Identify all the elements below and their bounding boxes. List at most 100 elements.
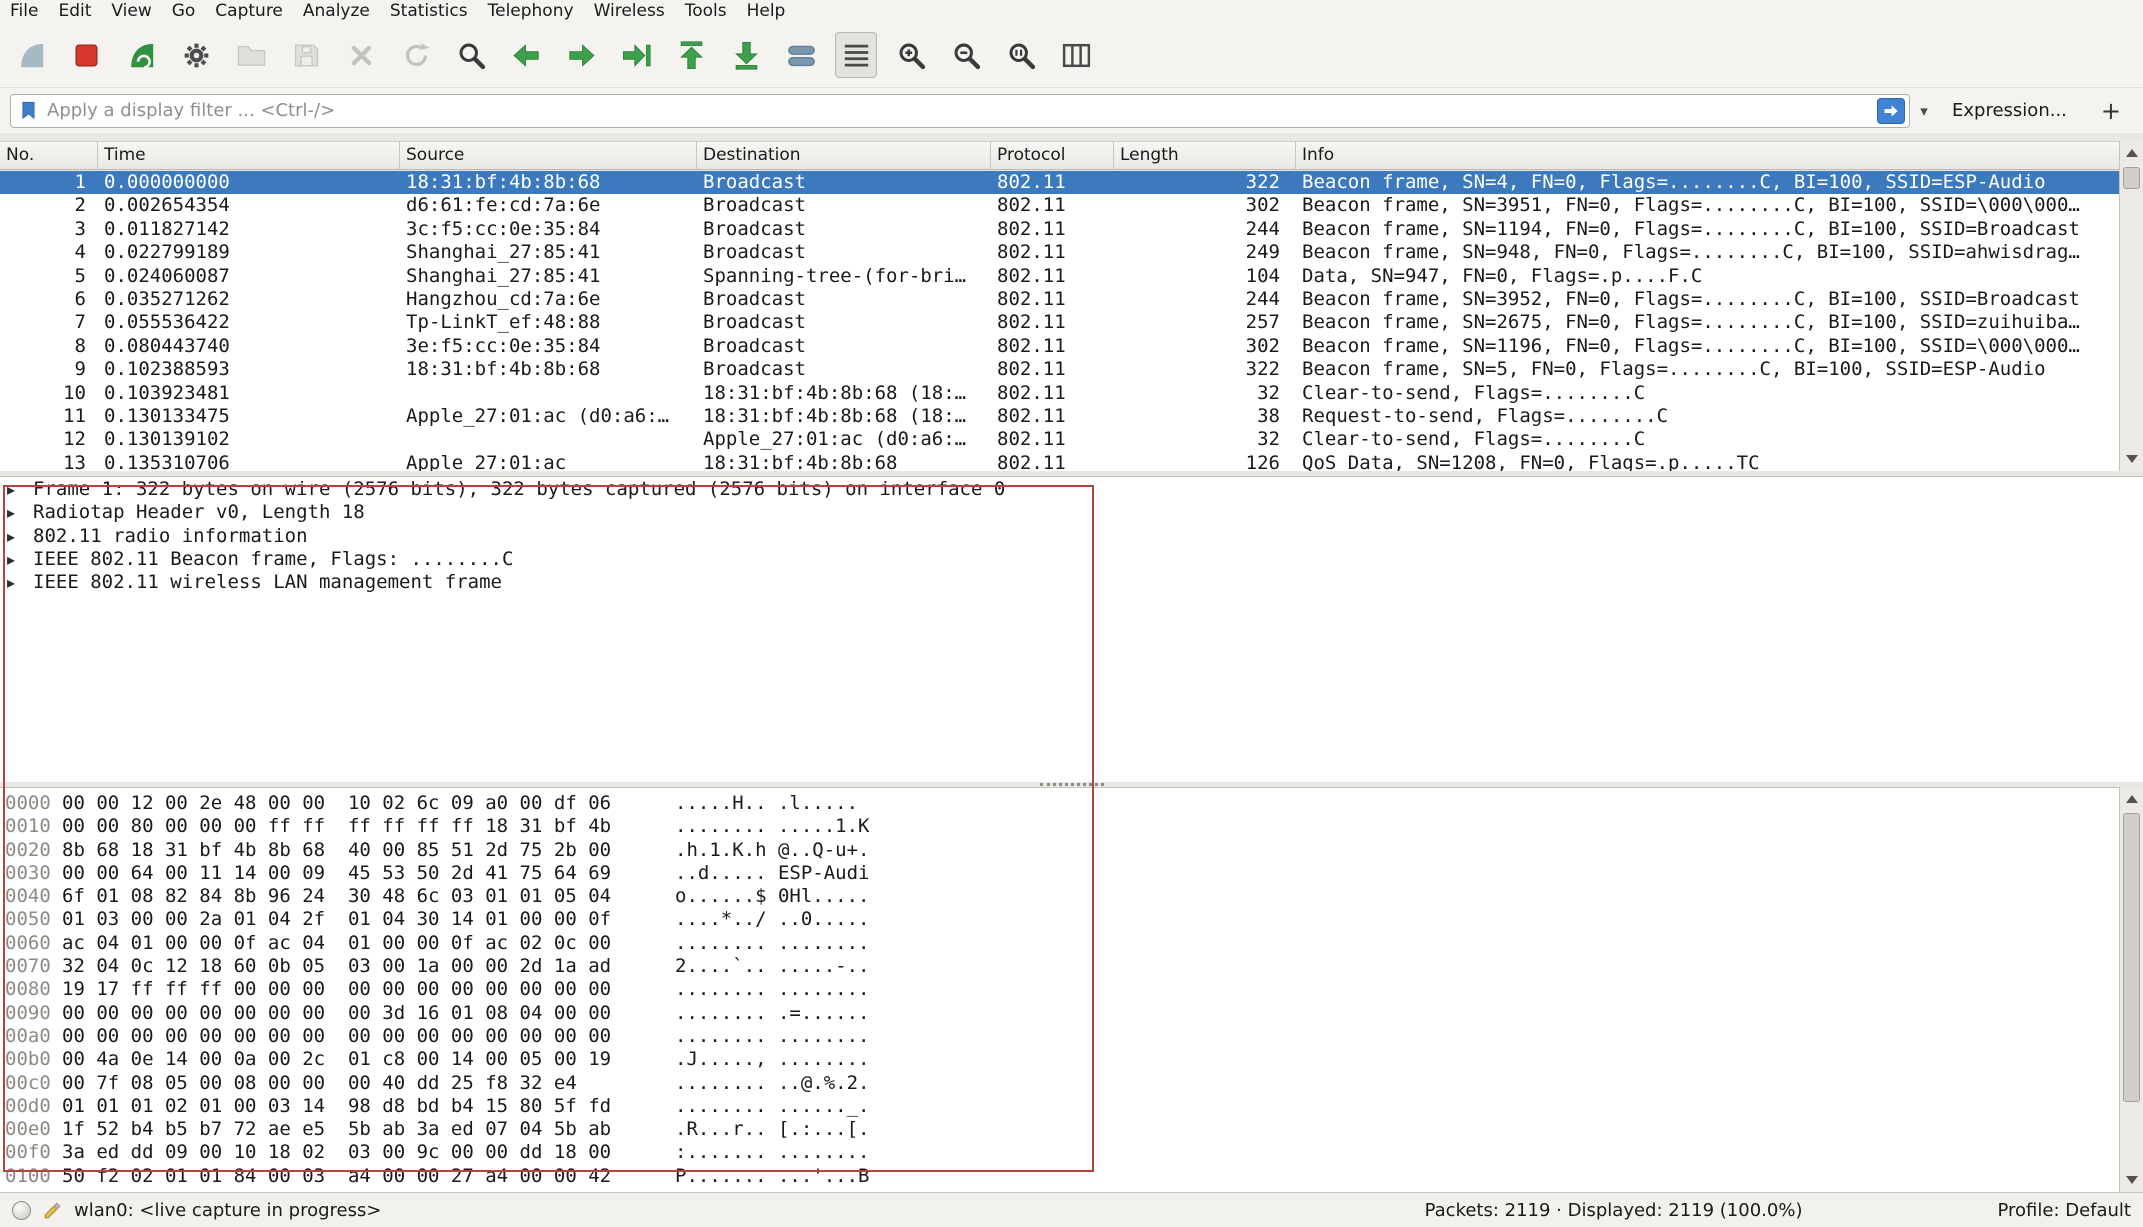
scroll-up-arrow[interactable] bbox=[2120, 787, 2143, 811]
column-header-destination[interactable]: Destination bbox=[697, 142, 991, 169]
hex-row-00b0[interactable]: 00b000 4a 0e 14 00 0a 00 2c 01 c8 00 14 … bbox=[0, 1048, 2143, 1071]
menu-capture[interactable]: Capture bbox=[205, 0, 293, 23]
packet-row-11[interactable]: 110.130133475Apple_27:01:ac (d0:a6:…18:3… bbox=[0, 405, 2119, 428]
menu-wireless[interactable]: Wireless bbox=[584, 0, 675, 23]
menu-go[interactable]: Go bbox=[162, 0, 206, 23]
hex-bytes: 3a ed dd 09 00 10 18 02 03 00 9c 00 00 d… bbox=[62, 1141, 675, 1164]
display-filter-input[interactable] bbox=[47, 96, 1877, 126]
scroll-up-arrow[interactable] bbox=[2120, 141, 2143, 165]
packet-row-5[interactable]: 50.024060087Shanghai_27:85:41Spanning-tr… bbox=[0, 265, 2119, 288]
find-packet-button[interactable] bbox=[450, 32, 492, 78]
packet-row-13[interactable]: 130.135310706Apple_27:01:ac18:31:bf:4b:8… bbox=[0, 452, 2119, 471]
hex-dump-scrollbar[interactable] bbox=[2119, 787, 2143, 1192]
apply-filter-button[interactable] bbox=[1877, 98, 1905, 124]
hex-row-0040[interactable]: 00406f 01 08 82 84 8b 96 24 30 48 6c 03 … bbox=[0, 885, 2143, 908]
packet-row-10[interactable]: 100.10392348118:31:bf:4b:8b:68 (18:…802.… bbox=[0, 382, 2119, 405]
detail-line-3[interactable]: ▸802.11 radio information bbox=[0, 525, 2143, 548]
hex-row-00e0[interactable]: 00e01f 52 b4 b5 b7 72 ae e5 5b ab 3a ed … bbox=[0, 1118, 2143, 1141]
detail-line-2[interactable]: ▸Radiotap Header v0, Length 18 bbox=[0, 501, 2143, 524]
go-last-packet-button[interactable] bbox=[725, 32, 767, 78]
expand-arrow-icon[interactable]: ▸ bbox=[7, 548, 33, 571]
stop-capture-button[interactable] bbox=[65, 32, 107, 78]
hex-row-00f0[interactable]: 00f03a ed dd 09 00 10 18 02 03 00 9c 00 … bbox=[0, 1141, 2143, 1164]
column-header-length[interactable]: Length bbox=[1114, 142, 1296, 169]
packet-row-9[interactable]: 90.10238859318:31:bf:4b:8b:68Broadcast80… bbox=[0, 358, 2119, 381]
hex-row-0000[interactable]: 000000 00 12 00 2e 48 00 00 10 02 6c 09 … bbox=[0, 792, 2143, 815]
go-first-packet-button[interactable] bbox=[670, 32, 712, 78]
capture-comment-icon[interactable] bbox=[42, 1200, 63, 1221]
menu-view[interactable]: View bbox=[101, 0, 161, 23]
filter-bookmark-icon[interactable] bbox=[18, 100, 39, 121]
colorize-packets-button[interactable] bbox=[835, 32, 877, 78]
hex-row-00c0[interactable]: 00c000 7f 08 05 00 08 00 00 00 40 dd 25 … bbox=[0, 1072, 2143, 1095]
hex-row-0030[interactable]: 003000 00 64 00 11 14 00 09 45 53 50 2d … bbox=[0, 862, 2143, 885]
menu-edit[interactable]: Edit bbox=[48, 0, 101, 23]
cell-destination: Spanning-tree-(for-bri… bbox=[697, 265, 991, 288]
column-header-info[interactable]: Info bbox=[1296, 142, 2119, 169]
hex-row-0020[interactable]: 00208b 68 18 31 bf 4b 8b 68 40 00 85 51 … bbox=[0, 839, 2143, 862]
menu-analyze[interactable]: Analyze bbox=[293, 0, 380, 23]
hex-scrollbar-thumb[interactable] bbox=[2123, 813, 2140, 1102]
hex-ascii: .R...r.. [.:...[. bbox=[675, 1118, 869, 1141]
packet-row-2[interactable]: 20.002654354d6:61:fe:cd:7a:6eBroadcast80… bbox=[0, 194, 2119, 217]
auto-scroll-button[interactable] bbox=[780, 32, 822, 78]
packet-row-6[interactable]: 60.035271262Hangzhou_cd:7a:6eBroadcast80… bbox=[0, 288, 2119, 311]
go-to-packet-button[interactable] bbox=[615, 32, 657, 78]
column-header-no[interactable]: No. bbox=[0, 142, 98, 169]
menu-help[interactable]: Help bbox=[737, 0, 796, 23]
packet-row-3[interactable]: 30.0118271423c:f5:cc:0e:35:84Broadcast80… bbox=[0, 218, 2119, 241]
cell-time: 0.011827142 bbox=[98, 218, 400, 241]
packet-list-scrollbar-thumb[interactable] bbox=[2123, 167, 2140, 189]
hex-row-0070[interactable]: 007032 04 0c 12 18 60 0b 05 03 00 1a 00 … bbox=[0, 955, 2143, 978]
zoom-out-button[interactable] bbox=[945, 32, 987, 78]
cell-destination: Broadcast bbox=[697, 171, 991, 194]
zoom-original-button[interactable] bbox=[1000, 32, 1042, 78]
hex-row-00a0[interactable]: 00a000 00 00 00 00 00 00 00 00 00 00 00 … bbox=[0, 1025, 2143, 1048]
hex-row-0050[interactable]: 005001 03 00 00 2a 01 04 2f 01 04 30 14 … bbox=[0, 908, 2143, 931]
add-filter-button[interactable]: + bbox=[2083, 97, 2133, 125]
column-header-source[interactable]: Source bbox=[400, 142, 697, 169]
packet-row-1[interactable]: 10.00000000018:31:bf:4b:8b:68Broadcast80… bbox=[0, 171, 2119, 194]
profile-button[interactable]: Profile: Default bbox=[1997, 1200, 2131, 1221]
splitter-grip bbox=[1040, 783, 1104, 786]
menu-telephony[interactable]: Telephony bbox=[478, 0, 584, 23]
menu-file[interactable]: File bbox=[0, 0, 48, 23]
hex-row-00d0[interactable]: 00d001 01 01 02 01 00 03 14 98 d8 bd b4 … bbox=[0, 1095, 2143, 1118]
menu-tools[interactable]: Tools bbox=[675, 0, 737, 23]
detail-line-4[interactable]: ▸IEEE 802.11 Beacon frame, Flags: ......… bbox=[0, 548, 2143, 571]
scroll-down-arrow[interactable] bbox=[2120, 447, 2143, 471]
packet-list-scrollbar[interactable] bbox=[2119, 141, 2143, 471]
capture-options-button[interactable] bbox=[175, 32, 217, 78]
expand-arrow-icon[interactable]: ▸ bbox=[7, 571, 33, 594]
hex-row-0060[interactable]: 0060ac 04 01 00 00 0f ac 04 01 00 00 0f … bbox=[0, 932, 2143, 955]
hex-row-0080[interactable]: 008019 17 ff ff ff 00 00 00 00 00 00 00 … bbox=[0, 978, 2143, 1001]
hex-row-0010[interactable]: 001000 00 80 00 00 00 ff ff ff ff ff ff … bbox=[0, 815, 2143, 838]
packet-row-7[interactable]: 70.055536422Tp-LinkT_ef:48:88Broadcast80… bbox=[0, 311, 2119, 334]
expand-arrow-icon[interactable]: ▸ bbox=[7, 525, 33, 548]
resize-columns-button[interactable] bbox=[1055, 32, 1097, 78]
packet-row-12[interactable]: 120.130139102Apple_27:01:ac (d0:a6:…802.… bbox=[0, 428, 2119, 451]
hex-row-0090[interactable]: 009000 00 00 00 00 00 00 00 00 3d 16 01 … bbox=[0, 1002, 2143, 1025]
go-back-button[interactable] bbox=[505, 32, 547, 78]
restart-capture-button[interactable] bbox=[120, 32, 162, 78]
packet-row-4[interactable]: 40.022799189Shanghai_27:85:41Broadcast80… bbox=[0, 241, 2119, 264]
filter-history-dropdown[interactable]: ▾ bbox=[1910, 94, 1938, 128]
expand-arrow-icon[interactable]: ▸ bbox=[7, 478, 33, 501]
cell-source: d6:61:fe:cd:7a:6e bbox=[400, 194, 697, 217]
packet-row-8[interactable]: 80.0804437403e:f5:cc:0e:35:84Broadcast80… bbox=[0, 335, 2119, 358]
expression-button[interactable]: Expression... bbox=[1938, 100, 2083, 121]
scroll-down-arrow[interactable] bbox=[2120, 1168, 2143, 1192]
hex-row-0100[interactable]: 010050 f2 02 01 01 84 00 03 a4 00 00 27 … bbox=[0, 1165, 2143, 1188]
column-header-time[interactable]: Time bbox=[98, 142, 400, 169]
zoom-in-button[interactable] bbox=[890, 32, 932, 78]
detail-line-5[interactable]: ▸IEEE 802.11 wireless LAN management fra… bbox=[0, 571, 2143, 594]
resize-columns-icon bbox=[1060, 39, 1093, 72]
go-forward-button[interactable] bbox=[560, 32, 602, 78]
expert-info-icon[interactable] bbox=[12, 1201, 31, 1220]
column-header-protocol[interactable]: Protocol bbox=[991, 142, 1114, 169]
cell-info: Beacon frame, SN=3951, FN=0, Flags=.....… bbox=[1296, 194, 2119, 217]
detail-line-1[interactable]: ▸Frame 1: 322 bytes on wire (2576 bits),… bbox=[0, 478, 2143, 501]
expand-arrow-icon[interactable]: ▸ bbox=[7, 501, 33, 524]
menu-statistics[interactable]: Statistics bbox=[380, 0, 478, 23]
arrow-left-icon bbox=[510, 39, 543, 72]
